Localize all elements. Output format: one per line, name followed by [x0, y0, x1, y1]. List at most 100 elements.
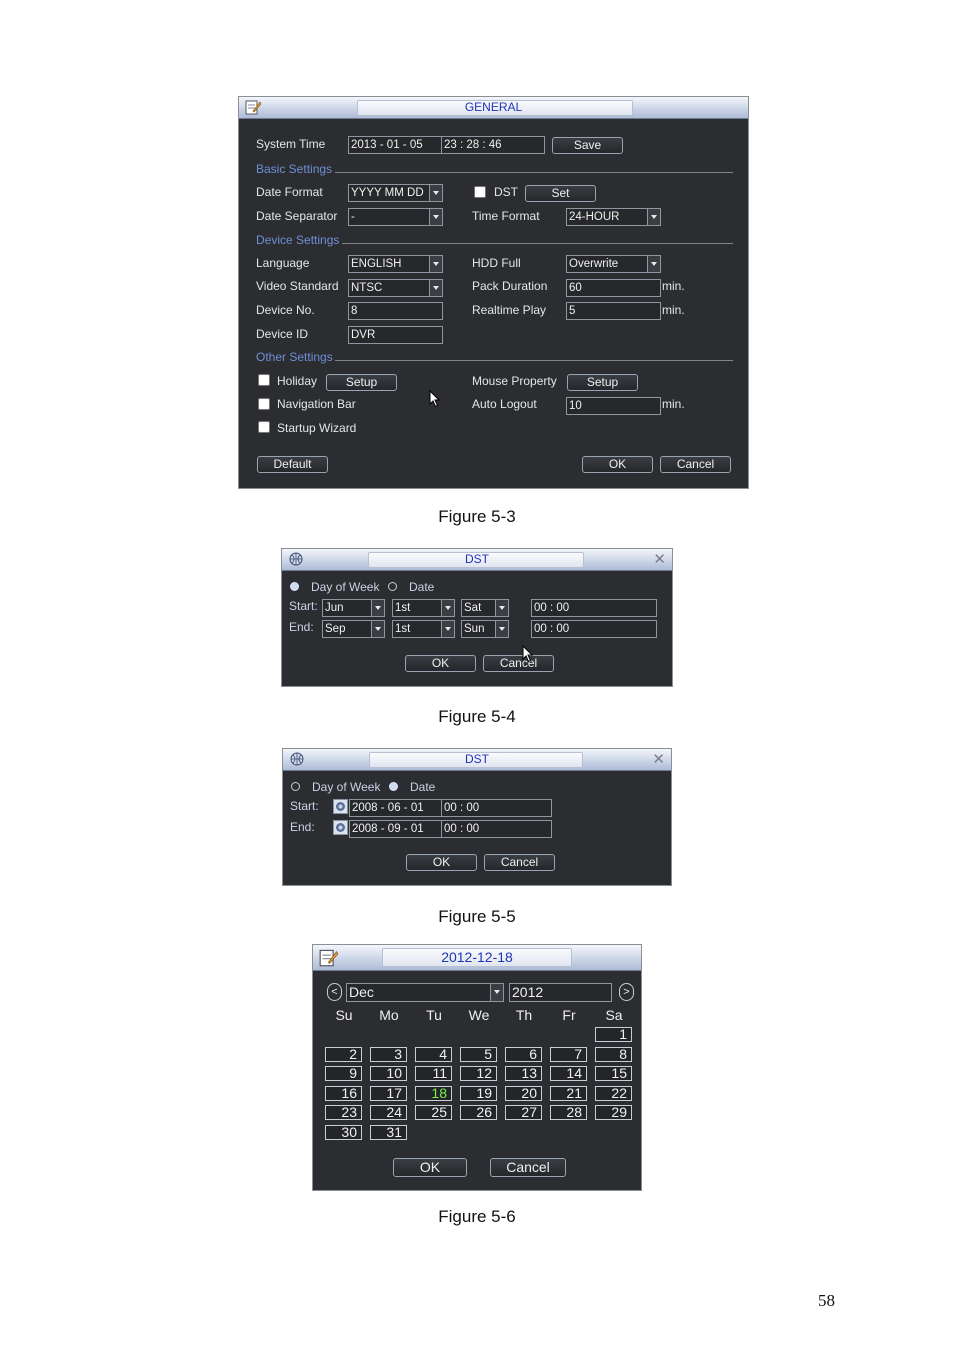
close-icon[interactable]: ✕	[653, 550, 666, 568]
cancel-button[interactable]: Cancel	[490, 1158, 566, 1177]
start-day-select[interactable]: Sat	[461, 599, 509, 617]
date-radio[interactable]	[388, 582, 397, 591]
end-time-field[interactable]: 00 : 00	[441, 820, 552, 838]
calendar-day[interactable]: 1	[595, 1027, 632, 1042]
calendar-day[interactable]: 15	[595, 1066, 632, 1082]
auto-logout-input[interactable]: 10	[566, 397, 661, 415]
startup-wizard-checkbox[interactable]	[258, 421, 270, 433]
calendar-day[interactable]: 21	[550, 1085, 587, 1101]
video-standard-value: NTSC	[351, 282, 383, 294]
end-day-select[interactable]: Sun	[461, 620, 509, 638]
calendar-day[interactable]: 5	[460, 1046, 497, 1062]
holiday-setup-button[interactable]: Setup	[326, 374, 397, 391]
calendar-day[interactable]: 8	[595, 1046, 632, 1062]
calendar-day[interactable]: 9	[325, 1066, 362, 1082]
start-label: Start:	[289, 599, 318, 613]
calendar-day[interactable]: 18	[415, 1085, 452, 1101]
calendar-icon[interactable]	[333, 799, 348, 814]
day-of-week-radio[interactable]	[290, 582, 299, 591]
calendar-day[interactable]: 4	[415, 1046, 452, 1062]
chevron-down-icon	[495, 600, 508, 616]
dst-set-button[interactable]: Set	[525, 185, 596, 202]
start-week-select[interactable]: 1st	[392, 599, 455, 617]
calendar-day[interactable]: 6	[505, 1046, 542, 1062]
realtime-play-input[interactable]: 5	[566, 302, 661, 320]
calendar-day[interactable]: 14	[550, 1066, 587, 1082]
month-select[interactable]: Dec	[346, 983, 504, 1002]
prev-month-button[interactable]: <	[327, 983, 342, 1001]
default-button[interactable]: Default	[257, 456, 328, 473]
general-dialog: GENERAL System Time 2013 - 01 - 05 23 : …	[238, 96, 749, 489]
save-button[interactable]: Save	[552, 137, 623, 154]
calendar-day[interactable]: 28	[550, 1105, 587, 1121]
calendar-day[interactable]: 7	[550, 1046, 587, 1062]
system-date-field[interactable]: 2013 - 01 - 05	[348, 136, 443, 154]
calendar-day[interactable]: 10	[370, 1066, 407, 1082]
end-week-select[interactable]: 1st	[392, 620, 455, 638]
dst-checkbox[interactable]	[474, 186, 486, 198]
dst-label: DST	[494, 185, 518, 199]
next-month-button[interactable]: >	[619, 983, 634, 1001]
video-standard-select[interactable]: NTSC	[348, 279, 443, 297]
calendar-day[interactable]: 2	[325, 1046, 362, 1062]
close-icon[interactable]: ✕	[652, 750, 665, 768]
start-month-select[interactable]: Jun	[322, 599, 385, 617]
calendar-day[interactable]: 24	[370, 1105, 407, 1121]
device-no-input[interactable]: 8	[348, 302, 443, 320]
calendar-day[interactable]: 27	[505, 1105, 542, 1121]
calendar-day[interactable]: 19	[460, 1085, 497, 1101]
calendar-day[interactable]: 22	[595, 1085, 632, 1101]
calendar-day[interactable]: 17	[370, 1085, 407, 1101]
language-select[interactable]: ENGLISH	[348, 255, 443, 273]
ok-button[interactable]: OK	[393, 1158, 467, 1177]
calendar-day[interactable]: 25	[415, 1105, 452, 1121]
start-date-field[interactable]: 2008 - 06 - 01	[349, 799, 443, 817]
cancel-button[interactable]: Cancel	[484, 854, 555, 871]
calendar-dialog: 2012-12-18 < Dec 2012 > Su Mo Tu We Th Fr Sa 1…	[312, 944, 642, 1191]
time-format-select[interactable]: 24-HOUR	[566, 208, 661, 226]
year-field[interactable]: 2012	[509, 983, 612, 1002]
calendar-day[interactable]: 11	[415, 1066, 452, 1082]
holiday-label: Holiday	[277, 374, 318, 388]
date-format-select[interactable]: YYYY MM DD	[348, 184, 443, 202]
pack-duration-input[interactable]: 60	[566, 279, 661, 297]
hdd-full-label: HDD Full	[472, 256, 521, 270]
day-of-week-radio[interactable]	[291, 782, 300, 791]
end-month-select[interactable]: Sep	[322, 620, 385, 638]
calendar-day[interactable]: 26	[460, 1105, 497, 1121]
calendar-day[interactable]: 13	[505, 1066, 542, 1082]
start-time-field[interactable]: 00 : 00	[441, 799, 552, 817]
system-clock-field[interactable]: 23 : 28 : 46	[441, 136, 545, 154]
calendar-day[interactable]: 29	[595, 1105, 632, 1121]
calendar-icon[interactable]	[333, 820, 348, 835]
calendar-day[interactable]: 20	[505, 1085, 542, 1101]
start-label: Start:	[290, 799, 319, 813]
ok-button[interactable]: OK	[405, 655, 476, 672]
date-radio[interactable]	[389, 782, 398, 791]
chevron-down-icon	[429, 280, 442, 296]
dst-week-dialog: DST ✕ Day of Week Date Start: Jun 1st Sa…	[281, 548, 673, 687]
calendar-day[interactable]: 31	[370, 1125, 407, 1140]
end-date-field[interactable]: 2008 - 09 - 01	[349, 820, 443, 838]
mouse-setup-button[interactable]: Setup	[567, 374, 638, 391]
calendar-title: 2012-12-18	[441, 949, 513, 965]
end-time-field[interactable]: 00 : 00	[531, 620, 657, 638]
calendar-day[interactable]: 16	[325, 1085, 362, 1101]
chevron-down-icon	[647, 256, 660, 272]
cancel-button[interactable]: Cancel	[483, 655, 554, 672]
calendar-day[interactable]: 30	[325, 1125, 362, 1140]
navigation-bar-checkbox[interactable]	[258, 398, 270, 410]
cancel-button[interactable]: Cancel	[660, 456, 731, 473]
calendar-day[interactable]: 3	[370, 1046, 407, 1062]
holiday-checkbox[interactable]	[258, 374, 270, 386]
date-label: Date	[410, 780, 436, 794]
hdd-full-select[interactable]: Overwrite	[566, 255, 661, 273]
chevron-down-icon	[441, 621, 454, 637]
ok-button[interactable]: OK	[406, 854, 477, 871]
date-separator-select[interactable]: -	[348, 208, 443, 226]
start-time-field[interactable]: 00 : 00	[531, 599, 657, 617]
device-id-input[interactable]: DVR	[348, 326, 443, 344]
calendar-day[interactable]: 12	[460, 1066, 497, 1082]
calendar-day[interactable]: 23	[325, 1105, 362, 1121]
ok-button[interactable]: OK	[582, 456, 653, 473]
